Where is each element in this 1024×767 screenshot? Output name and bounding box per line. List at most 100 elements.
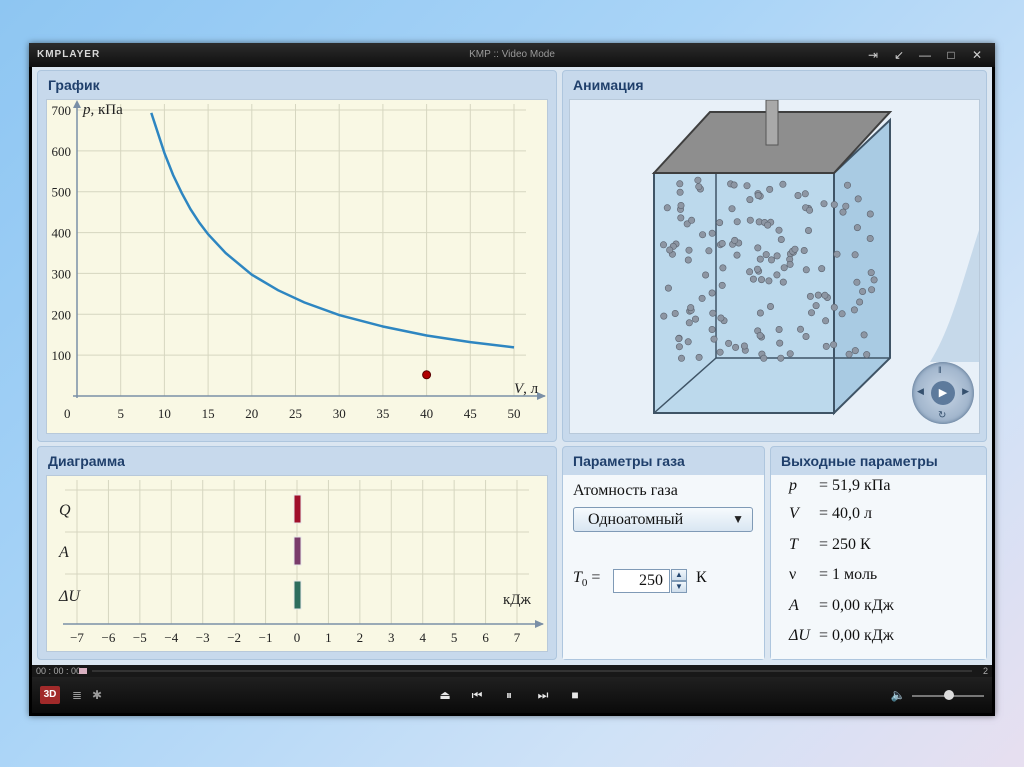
playlist-icon[interactable]: ≣ — [70, 687, 84, 703]
gas-molecule — [822, 342, 830, 350]
t0-input[interactable]: 250 — [613, 569, 670, 593]
gas-molecule — [838, 310, 846, 318]
step-back-icon[interactable]: ◀ — [917, 386, 924, 397]
x-tick-label: 25 — [289, 406, 302, 421]
3d-mode-button[interactable]: 3D — [40, 686, 60, 704]
x-tick-label: 20 — [245, 406, 258, 421]
gas-molecule — [716, 348, 724, 356]
x-tick-label: 15 — [202, 406, 215, 421]
gas-molecule — [845, 350, 853, 358]
playback-time: 00 : 00 : 00 — [36, 666, 82, 676]
output-body: p = 51,9 кПа V = 40,0 л T = 250 К ν = 1 моль… — [771, 475, 986, 659]
gas-molecule — [695, 183, 703, 191]
gas-molecule — [806, 206, 814, 214]
t0-symbol: T — [573, 569, 582, 586]
gas-molecule — [756, 255, 764, 263]
playback-control-wheel[interactable]: ▶ ◀ ▶ ‖ ↻ — [912, 362, 974, 424]
pause-icon[interactable]: ‖ — [938, 365, 942, 375]
diagram-axis — [63, 620, 544, 628]
diagram-x-ticks: −7 −6 −5 −4 −3 −2 −1 0 1 2 3 4 5 6 7 — [70, 630, 521, 645]
page-curl-shadow — [930, 230, 979, 362]
volume-thumb[interactable] — [944, 690, 954, 700]
x-axis-label: V, л — [514, 381, 539, 397]
gas-molecule — [853, 224, 861, 232]
gas-molecule — [732, 343, 740, 351]
gas-molecule — [728, 205, 736, 213]
minimize-button[interactable]: — — [917, 47, 933, 63]
diagram-x-tick-label: −2 — [227, 630, 241, 645]
gas-molecule — [830, 201, 838, 209]
stop-button[interactable]: ■ — [567, 687, 583, 703]
volume-icon[interactable]: 🔈 — [890, 687, 906, 703]
diagram-x-tick-label: 6 — [482, 630, 489, 645]
diagram-bar — [293, 494, 302, 524]
next-button[interactable]: ⏭ — [535, 687, 551, 703]
eject-button[interactable]: ⏏ — [437, 687, 453, 703]
output-symbol: ν — [789, 566, 797, 583]
gas-molecule — [818, 265, 826, 273]
player-window: KMPLAYER KMP :: Video Mode ⇥ ↙ — □ ✕ Гра… — [29, 43, 995, 716]
diagram-x-tick-label: −3 — [196, 630, 210, 645]
gas-molecule — [766, 185, 774, 193]
compact-mode-icon[interactable]: ↙ — [891, 47, 907, 63]
gas-molecule — [746, 216, 754, 224]
gear-icon[interactable]: ✱ — [90, 687, 104, 703]
gas-molecule — [801, 190, 809, 198]
previous-button[interactable]: ⏮ — [469, 687, 485, 703]
seek-bar[interactable]: 00 : 00 : 00 2 — [32, 665, 992, 677]
play-icon[interactable]: ▶ — [931, 381, 955, 405]
t0-increment-button[interactable]: ▲ — [671, 569, 687, 581]
step-forward-icon[interactable]: ▶ — [962, 386, 969, 397]
diagram-panel: Диаграмма Q A ΔU −7 −6 −5 −4 −3 −2 −1 0 1 2 3 4 5 6 7 кД… — [37, 446, 557, 660]
gas-molecule — [800, 247, 808, 255]
x-tick-label: 45 — [464, 406, 477, 421]
gas-molecule — [806, 292, 814, 300]
diagram-x-tick-label: 5 — [451, 630, 458, 645]
gas-molecule — [765, 277, 773, 285]
diagram-x-tick-label: −7 — [70, 630, 84, 645]
x-tick-label: 5 — [117, 406, 124, 421]
gas-molecule — [660, 241, 668, 249]
gas-molecule — [776, 339, 784, 347]
seek-thumb[interactable] — [79, 668, 87, 674]
output-value: = 40,0 л — [819, 505, 873, 522]
gas-molecule — [733, 218, 741, 226]
gas-molecule — [695, 353, 703, 361]
graph-grid — [77, 104, 526, 396]
energy-diagram: Q A ΔU −7 −6 −5 −4 −3 −2 −1 0 1 2 3 4 5 6 7 кДж — [58, 480, 544, 645]
maximize-button[interactable]: □ — [943, 47, 959, 63]
gas-params-body: Атомность газа Одноатомный ▼ T0 = 250 ▲ … — [563, 475, 764, 659]
atomicity-select[interactable]: Одноатомный ▼ — [573, 507, 753, 532]
reset-icon[interactable]: ↻ — [938, 410, 946, 421]
diagram-x-tick-label: 0 — [294, 630, 301, 645]
gas-molecule — [743, 182, 751, 190]
graph-panel-title: График — [48, 77, 100, 93]
diagram-x-tick-label: 2 — [357, 630, 364, 645]
gas-molecule — [833, 250, 841, 258]
y-axis-arrow — [73, 100, 81, 108]
gas-molecule — [786, 260, 794, 268]
gas-molecule — [777, 354, 785, 362]
gas-molecule — [675, 335, 683, 343]
gas-molecule — [870, 276, 878, 284]
gas-molecule — [773, 271, 781, 279]
pause-button[interactable]: ⏸ — [501, 687, 517, 703]
gas-molecule — [856, 298, 864, 306]
close-button[interactable]: ✕ — [969, 47, 985, 63]
gas-molecule — [664, 284, 672, 292]
pin-icon[interactable]: ⇥ — [865, 47, 881, 63]
diagram-panel-title: Диаграмма — [48, 453, 125, 469]
output-symbol: A — [789, 597, 799, 614]
gas-molecule — [699, 231, 707, 239]
gas-molecule — [758, 276, 766, 284]
y-tick-label: 100 — [52, 348, 72, 363]
seek-track[interactable] — [92, 670, 972, 672]
gas-molecule — [773, 252, 781, 260]
gas-molecule — [767, 303, 775, 311]
diagram-x-tick-label: −1 — [259, 630, 273, 645]
gas-molecule — [868, 286, 876, 294]
title-bar[interactable]: KMPLAYER KMP :: Video Mode ⇥ ↙ — □ ✕ — [29, 43, 995, 67]
t0-decrement-button[interactable]: ▼ — [671, 581, 687, 593]
output-symbol: V — [789, 505, 799, 522]
x-axis-unit: , л — [523, 381, 539, 397]
